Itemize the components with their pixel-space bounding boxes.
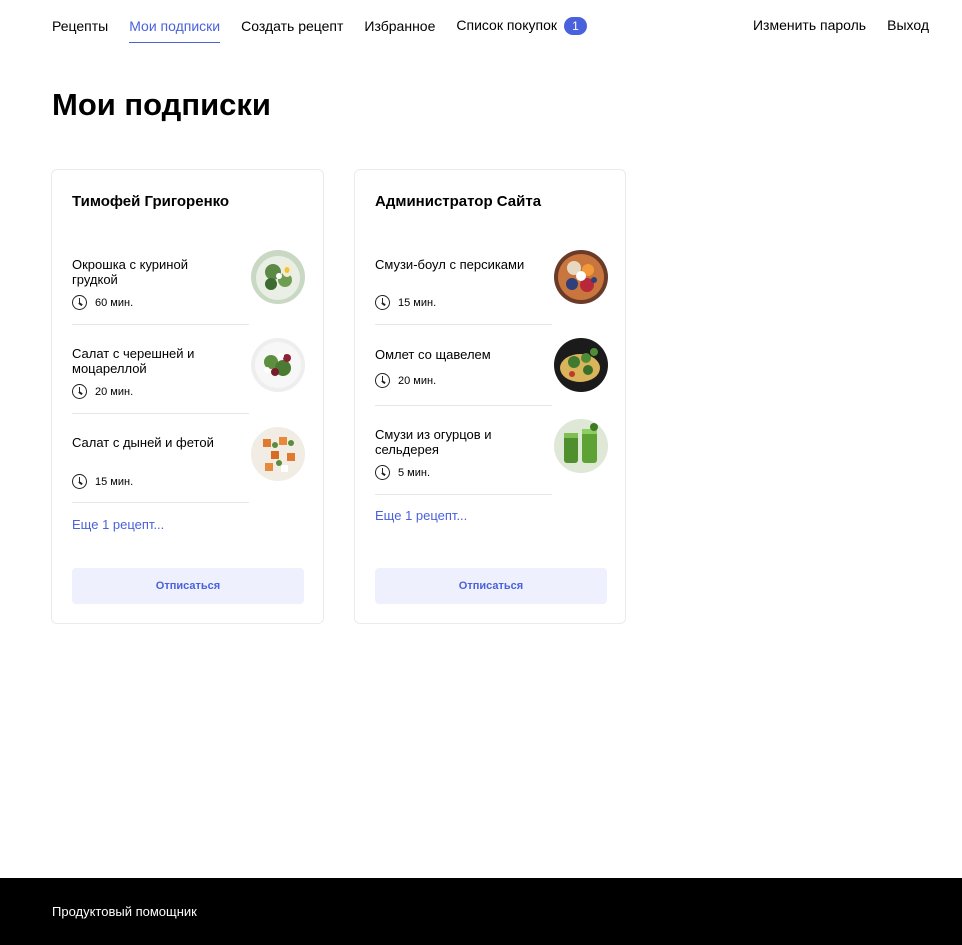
clock-icon — [72, 295, 87, 310]
recipe-time: 20 мин. — [375, 373, 436, 388]
subscription-card: Тимофей Григоренко Окрошка с куриной гру… — [51, 169, 324, 624]
recipe-time: 60 мин. — [72, 295, 133, 310]
recipe-title: Смузи из огурцов и сельдерея — [375, 427, 492, 457]
recipe-title: Смузи-боул с персиками — [375, 257, 525, 272]
recipe-title: Салат с черешней и моцареллой — [72, 346, 195, 376]
footer: Продуктовый помощник — [0, 878, 962, 945]
clock-icon — [375, 373, 390, 388]
recipe-title: Салат с дыней и фетой — [72, 435, 214, 450]
recipe-item[interactable]: Салат с дыней и фетой 15 мин. — [72, 413, 305, 503]
recipe-item[interactable]: Смузи из огурцов и сельдерея 5 мин. — [375, 405, 608, 495]
more-recipes-link[interactable]: Еще 1 рецепт... — [375, 508, 467, 523]
recipe-time-value: 60 мин. — [95, 296, 134, 309]
nav-favorites[interactable]: Избранное — [364, 17, 435, 35]
recipe-title: Окрошка с куриной грудкой — [72, 257, 188, 287]
shopping-list-count-badge: 1 — [564, 17, 587, 36]
recipe-item[interactable]: Салат с черешней и моцареллой 20 мин. — [72, 324, 305, 414]
account-menu: Изменить пароль Выход — [732, 16, 929, 34]
clock-icon — [72, 474, 87, 489]
subscription-card: Администратор Сайта Смузи-боул с персика… — [354, 169, 626, 624]
smoothie-bowl-photo-icon — [554, 250, 608, 304]
clock-icon — [375, 465, 390, 480]
recipe-time: 5 мин. — [375, 465, 430, 480]
unsubscribe-button[interactable]: Отписаться — [72, 568, 304, 604]
page-title: Мои подписки — [52, 87, 271, 122]
melon-salad-photo-icon — [251, 427, 305, 481]
clock-icon — [72, 384, 87, 399]
more-recipes-link[interactable]: Еще 1 рецепт... — [72, 517, 164, 532]
nav-logout[interactable]: Выход — [887, 16, 929, 34]
recipe-time: 15 мин. — [72, 474, 133, 489]
unsubscribe-button[interactable]: Отписаться — [375, 568, 607, 604]
nav-recipes[interactable]: Рецепты — [52, 17, 108, 35]
recipe-item[interactable]: Омлет со щавелем 20 мин. — [375, 324, 608, 414]
nav-create-recipe[interactable]: Создать рецепт — [241, 17, 343, 35]
omelette-photo-icon — [554, 338, 608, 392]
recipe-time-value: 20 мин. — [398, 374, 437, 387]
nav-shopping-list[interactable]: Список покупок 1 — [456, 16, 587, 36]
recipe-time: 15 мин. — [375, 295, 436, 310]
recipe-divider — [375, 494, 552, 495]
footer-brand: Продуктовый помощник — [52, 904, 197, 919]
nav-shopping-list-label: Список покупок — [456, 17, 557, 33]
cherry-salad-photo-icon — [251, 338, 305, 392]
author-name[interactable]: Тимофей Григоренко — [72, 193, 229, 211]
recipe-time: 20 мин. — [72, 384, 133, 399]
recipe-item[interactable]: Смузи-боул с персиками 15 мин. — [375, 234, 608, 325]
nav-subscriptions[interactable]: Мои подписки — [129, 17, 220, 43]
nav-change-password[interactable]: Изменить пароль — [753, 16, 866, 34]
recipe-time-value: 5 мин. — [398, 466, 431, 479]
clock-icon — [375, 295, 390, 310]
recipe-divider — [72, 502, 249, 503]
author-name[interactable]: Администратор Сайта — [375, 193, 541, 211]
recipe-title: Омлет со щавелем — [375, 347, 491, 362]
main-menu: Рецепты Мои подписки Создать рецепт Избр… — [52, 16, 608, 43]
recipe-time-value: 20 мин. — [95, 385, 134, 398]
recipe-item[interactable]: Окрошка с куриной грудкой 60 мин. — [72, 234, 305, 325]
okroshka-photo-icon — [251, 250, 305, 304]
recipe-time-value: 15 мин. — [95, 475, 134, 488]
green-smoothie-photo-icon — [554, 419, 608, 473]
top-navigation: Рецепты Мои подписки Создать рецепт Избр… — [0, 0, 962, 50]
recipe-time-value: 15 мин. — [398, 296, 437, 309]
